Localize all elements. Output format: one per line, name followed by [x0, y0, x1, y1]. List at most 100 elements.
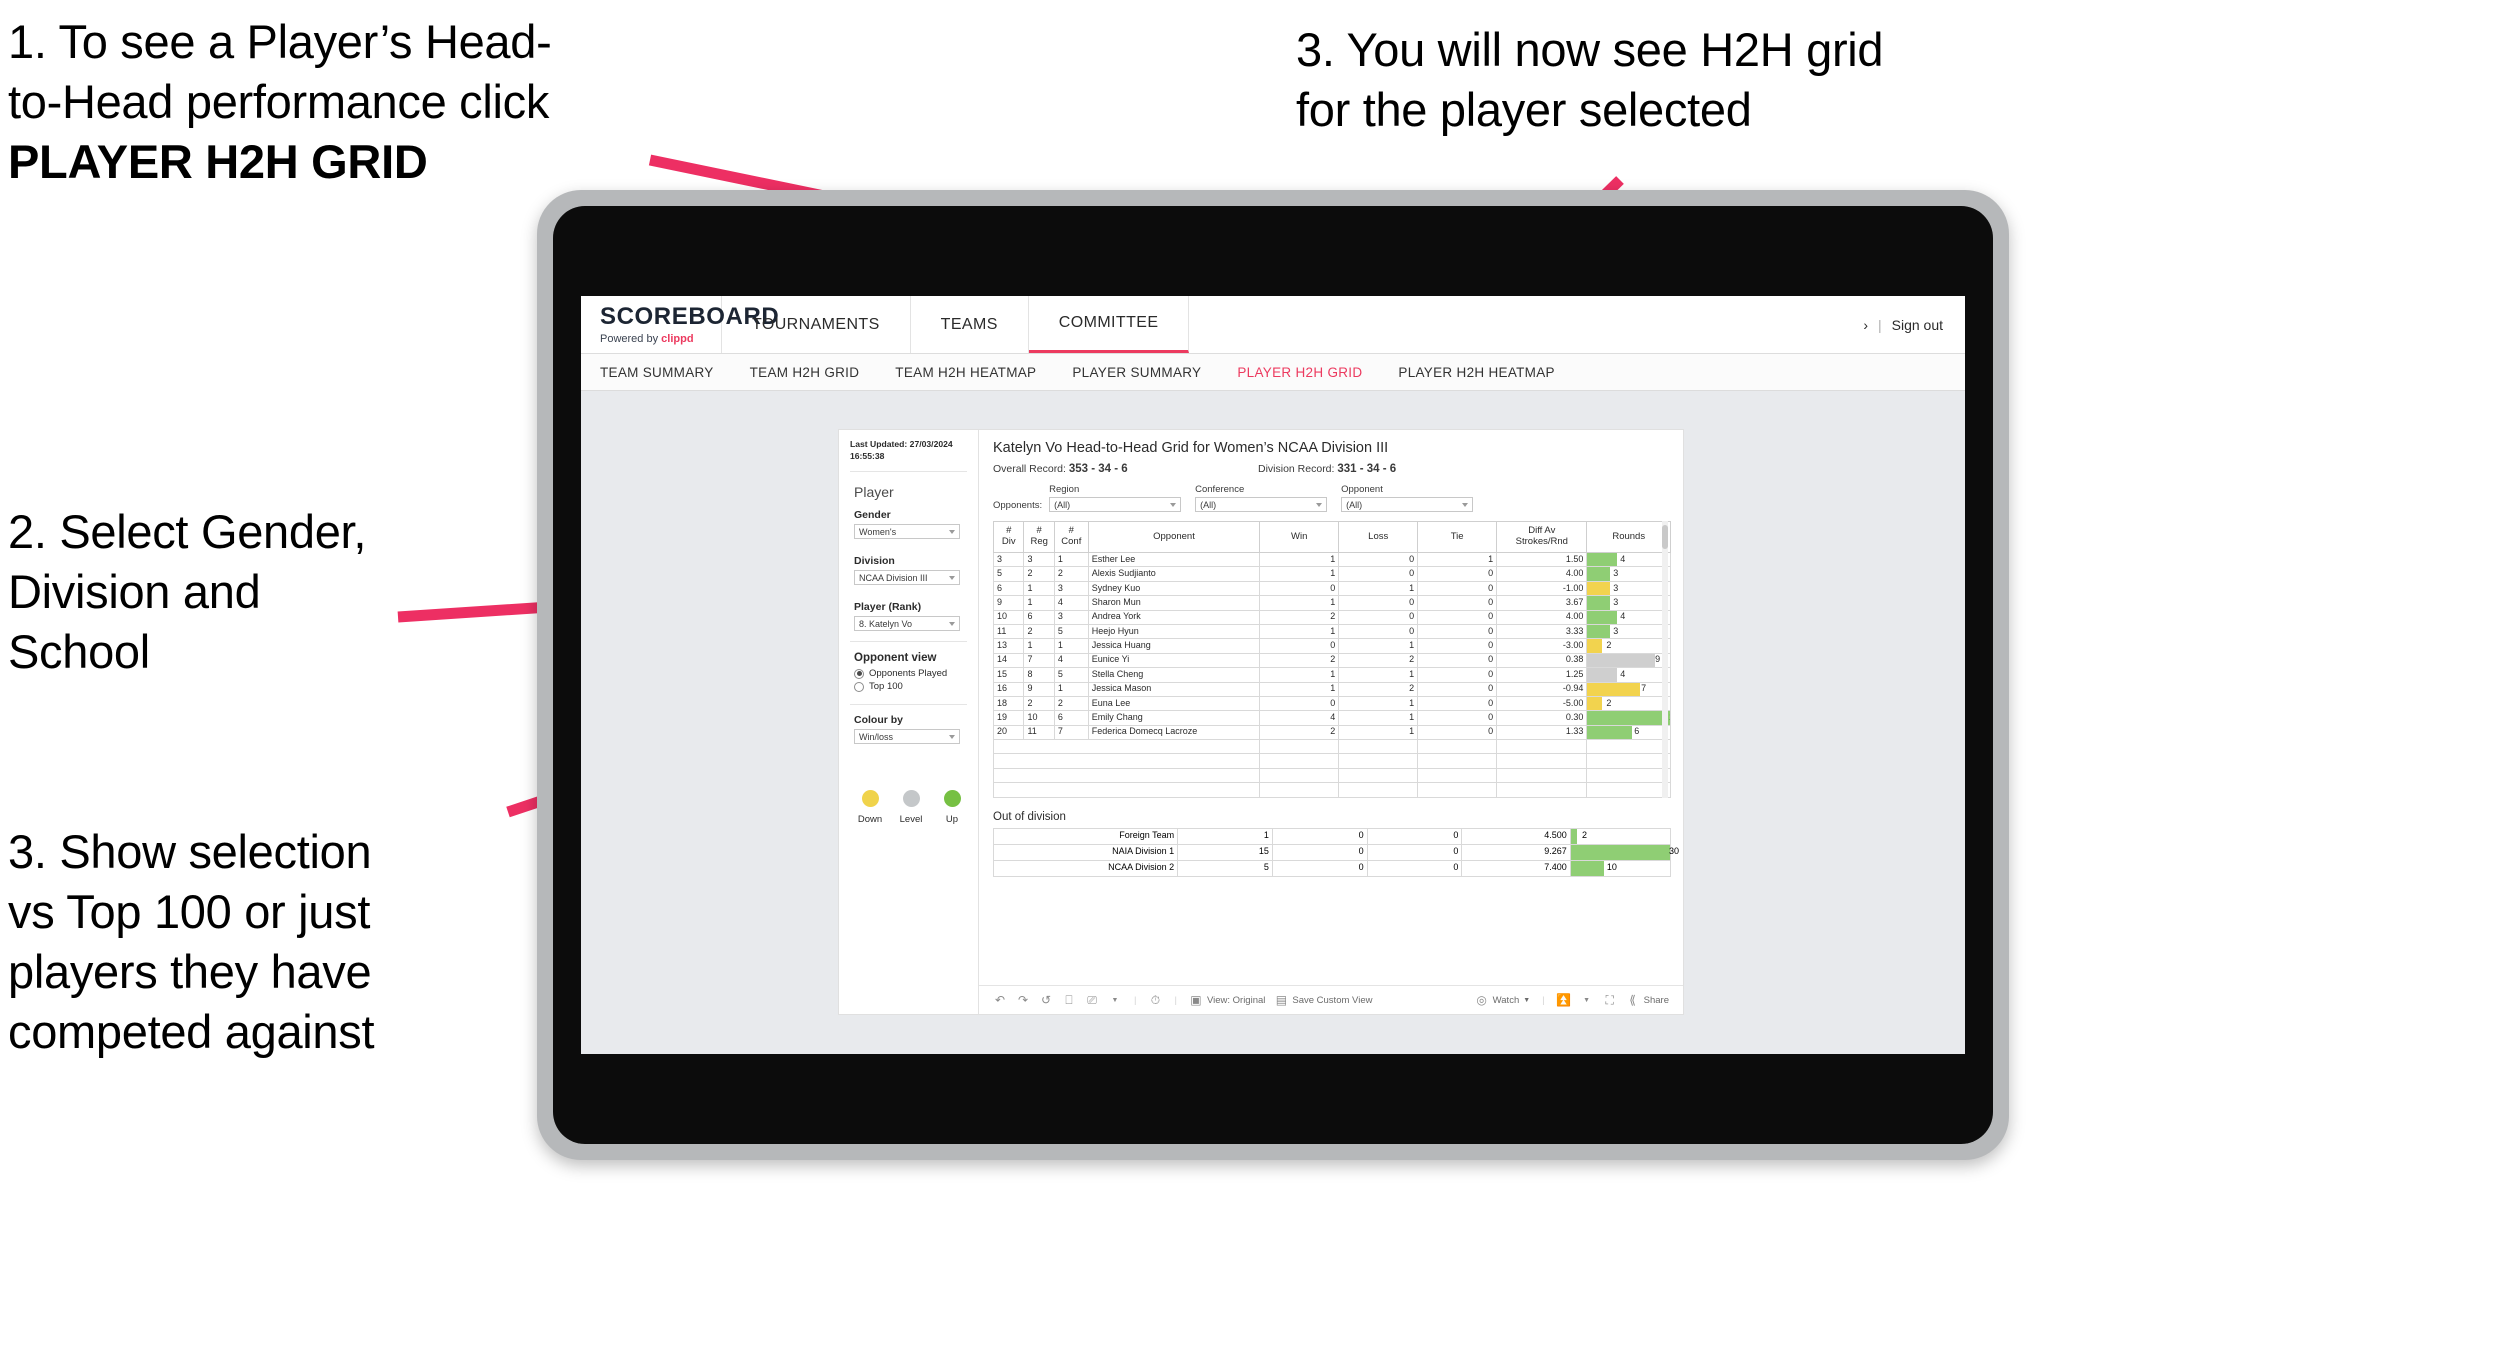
- chevron-down-icon[interactable]: ▼: [1580, 993, 1594, 1007]
- subnav-player-summary[interactable]: PLAYER SUMMARY: [1072, 365, 1201, 380]
- table-row[interactable]: 11 2 5 Heejo Hyun 1 0 0 3.33 3: [992, 623, 1671, 640]
- cell-div: 19: [992, 710, 1025, 726]
- table-row[interactable]: 16 9 1 Jessica Mason 1 2 0 -0.94 7: [992, 681, 1671, 697]
- save-custom-view-button[interactable]: ▤ Save Custom View: [1274, 993, 1373, 1007]
- field-division: Division NCAA Division III: [854, 555, 967, 586]
- cell-win: 0: [1259, 695, 1340, 712]
- division-record-label: Division Record:: [1258, 463, 1335, 475]
- table-row[interactable]: 9 1 4 Sharon Mun 1 0 0 3.67 3: [992, 595, 1671, 611]
- chevron-down-icon: [949, 621, 955, 626]
- table-row[interactable]: NCAA Division 2 5 0 0 7.400 10: [992, 859, 1672, 877]
- subnav-team-h2h-heatmap[interactable]: TEAM H2H HEATMAP: [895, 365, 1036, 380]
- table-row[interactable]: NAIA Division 1 15 0 0 9.267 30: [992, 843, 1679, 861]
- cell-reg: 8: [1023, 667, 1055, 683]
- table-row[interactable]: 15 8 5 Stella Cheng 1 1 0 1.25 4: [992, 667, 1671, 683]
- table-row[interactable]: 14 7 4 Eunice Yi 2 2 0 0.38 9: [992, 652, 1671, 669]
- refresh-icon[interactable]: ⎕: [1062, 993, 1076, 1007]
- download-icon[interactable]: ⏫: [1556, 993, 1571, 1007]
- table-row[interactable]: 3 3 1 Esther Lee 1 0 1 1.50 4: [992, 551, 1671, 568]
- view-original-button[interactable]: ▣ View: Original: [1189, 993, 1265, 1007]
- cell-win: 0: [1259, 638, 1340, 654]
- cell-loss: 1: [1338, 667, 1419, 683]
- cell-rounds: 4: [1586, 609, 1671, 625]
- chevron-down-icon[interactable]: ▼: [1108, 993, 1122, 1007]
- cell-diff: -0.94: [1496, 681, 1588, 697]
- cell-loss: 2: [1338, 652, 1419, 669]
- chevron-down-icon: [949, 529, 955, 534]
- subnav-team-h2h-grid[interactable]: TEAM H2H GRID: [750, 365, 860, 380]
- label-gender: Gender: [854, 509, 891, 522]
- select-conference[interactable]: (All): [1195, 497, 1328, 512]
- cell-loss: 1: [1338, 695, 1419, 712]
- cell-conf: 1: [1053, 681, 1089, 697]
- select-player-rank[interactable]: 8. Katelyn Vo: [854, 616, 960, 632]
- revert-icon[interactable]: ↺: [1039, 993, 1053, 1007]
- cell-loss: 0: [1271, 859, 1368, 877]
- cell-tie: 0: [1417, 681, 1498, 697]
- watch-button[interactable]: ◎ Watch ▼: [1475, 993, 1530, 1007]
- nav-tournaments[interactable]: TOURNAMENTS: [722, 296, 911, 353]
- table-row[interactable]: 19106Emily Chang4100.3011: [992, 710, 1671, 726]
- cell-loss: 0: [1338, 595, 1419, 611]
- cell-conf: 7: [1053, 724, 1089, 741]
- cell-diff: 0.30: [1496, 710, 1588, 726]
- cell-tie: 0: [1417, 724, 1498, 741]
- select-division-value: NCAA Division III: [859, 572, 928, 583]
- cell-loss: 2: [1338, 681, 1419, 697]
- redo-icon[interactable]: ↷: [1016, 993, 1030, 1007]
- viz-sidebar: Last Updated: 27/03/2024 16:55:38 Player…: [839, 430, 979, 1014]
- subnav-team-summary[interactable]: TEAM SUMMARY: [600, 365, 714, 380]
- table-row-empty: [992, 739, 1671, 755]
- nav-committee[interactable]: COMMITTEE: [1028, 296, 1190, 353]
- save-custom-view-label: Save Custom View: [1292, 994, 1373, 1006]
- table-row[interactable]: 20 11 7 Federica Domecq Lacroze 2 1 0 1.33 6: [992, 724, 1671, 741]
- select-gender[interactable]: Women's: [854, 524, 960, 540]
- cell-div: 20: [992, 724, 1025, 741]
- h2h-table-wrapper: # Div # Reg # Conf Opponent Win Loss Tie Diff Av St…: [992, 521, 1671, 798]
- table-row[interactable]: 5 2 2 Alexis Sudjianto 1 0 0 4.00 3: [992, 566, 1671, 582]
- share-button[interactable]: ⟪ Share: [1626, 993, 1683, 1007]
- legend-dot-level: [902, 790, 920, 808]
- top-bar-right: › | Sign out: [1863, 296, 1965, 353]
- brand-clippd: clippd: [661, 332, 694, 345]
- select-colour-by[interactable]: Win/loss: [854, 729, 960, 745]
- cell-win: 1: [1177, 827, 1273, 845]
- table-row-empty: [992, 782, 1671, 798]
- select-opponent[interactable]: (All): [1341, 497, 1474, 512]
- cell-opponent: Sydney Kuo: [1087, 580, 1261, 597]
- cell-div: 5: [992, 566, 1025, 582]
- cell-win: 15: [1177, 843, 1273, 861]
- undo-icon[interactable]: ↶: [993, 993, 1007, 1007]
- table-row[interactable]: Foreign Team 1 0 0 4.500 2: [992, 827, 1672, 845]
- table-row[interactable]: 6 1 3 Sydney Kuo 0 1 0 -1.00 3: [992, 580, 1671, 597]
- radio-off-icon: [854, 681, 864, 692]
- cell-win: 1: [1259, 623, 1340, 640]
- subnav-player-h2h-heatmap[interactable]: PLAYER H2H HEATMAP: [1398, 365, 1554, 380]
- annotation-1-text: 1. To see a Player’s Head- to-Head perfo…: [8, 15, 552, 129]
- clock-icon[interactable]: ⏱: [1148, 993, 1162, 1007]
- cell-opponent: Federica Domecq Lacroze: [1087, 724, 1261, 741]
- table-row[interactable]: 13 1 1 Jessica Huang 0 1 0 -3.00 2: [992, 638, 1671, 654]
- cell-reg: 11: [1023, 724, 1055, 741]
- table-scrollbar[interactable]: [1662, 521, 1668, 798]
- cell-loss: 0: [1271, 843, 1368, 861]
- h2h-col-header-4: Win: [1259, 521, 1340, 553]
- fullscreen-icon[interactable]: ⛶: [1603, 993, 1617, 1007]
- viz-title: Katelyn Vo Head-to-Head Grid for Women’s…: [993, 440, 1389, 456]
- radio-opponents-played[interactable]: Opponents Played: [854, 668, 967, 679]
- nav-teams[interactable]: TEAMS: [911, 296, 1029, 353]
- legend-label-down: Down: [857, 814, 883, 826]
- cell-reg: 1: [1023, 638, 1055, 654]
- pause-icon[interactable]: ⎚: [1085, 993, 1099, 1007]
- select-region[interactable]: (All): [1049, 497, 1182, 512]
- table-row[interactable]: 18 2 2 Euna Lee 0 1 0 -5.00 2: [992, 695, 1671, 712]
- sign-out-link[interactable]: Sign out: [1892, 317, 1943, 333]
- table-row[interactable]: 10 6 3 Andrea York 2 0 0 4.00 4: [992, 609, 1671, 625]
- radio-top-100[interactable]: Top 100: [854, 681, 967, 692]
- subnav-player-h2h-grid[interactable]: PLAYER H2H GRID: [1237, 365, 1362, 380]
- scrollbar-thumb[interactable]: [1662, 525, 1668, 549]
- user-menu-icon[interactable]: ›: [1863, 317, 1868, 333]
- cell-loss: 1: [1338, 580, 1419, 597]
- select-division[interactable]: NCAA Division III: [854, 570, 960, 586]
- brand-logo[interactable]: SCOREBOARD Powered by clippd: [581, 296, 779, 353]
